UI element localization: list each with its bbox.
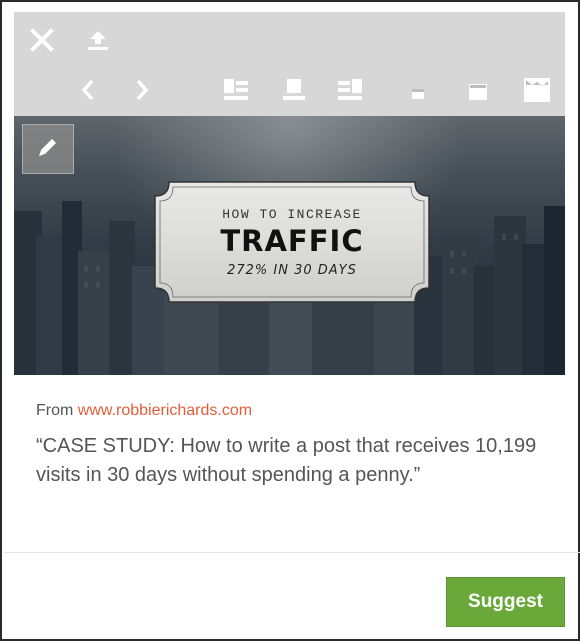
source-link[interactable]: www.robbierichards.com <box>78 402 252 419</box>
chevron-right-icon[interactable] <box>126 72 158 108</box>
edit-image-button[interactable] <box>22 124 74 174</box>
graphic-line-1: HOW TO INCREASE <box>222 207 362 222</box>
image-size-medium-icon[interactable] <box>462 76 494 108</box>
image-size-large-icon[interactable] <box>519 72 555 108</box>
close-icon[interactable] <box>22 20 62 60</box>
layout-image-top-icon[interactable] <box>276 72 312 108</box>
graphic-line-3: 272% IN 30 DAYS <box>227 263 357 278</box>
layout-image-right-icon[interactable] <box>332 72 368 108</box>
source-prefix: From <box>36 402 74 419</box>
chevron-left-icon[interactable] <box>72 72 104 108</box>
headline-graphic: HOW TO INCREASE TRAFFIC 272% IN 30 DAYS <box>153 180 431 304</box>
suggest-button[interactable]: Suggest <box>446 577 565 627</box>
layout-image-left-icon[interactable] <box>218 72 254 108</box>
share-dialog: HOW TO INCREASE TRAFFIC 272% IN 30 DAYS … <box>0 0 580 641</box>
source-line: From www.robbierichards.com <box>36 402 252 420</box>
upload-icon[interactable] <box>78 20 118 60</box>
post-quote: “CASE STUDY: How to write a post that re… <box>36 435 537 486</box>
pencil-icon <box>36 135 60 164</box>
toolbar <box>14 12 565 116</box>
image-size-small-icon[interactable] <box>404 80 432 108</box>
divider <box>4 552 580 553</box>
graphic-line-2: TRAFFIC <box>220 224 364 258</box>
link-preview-image: HOW TO INCREASE TRAFFIC 272% IN 30 DAYS <box>14 116 565 375</box>
